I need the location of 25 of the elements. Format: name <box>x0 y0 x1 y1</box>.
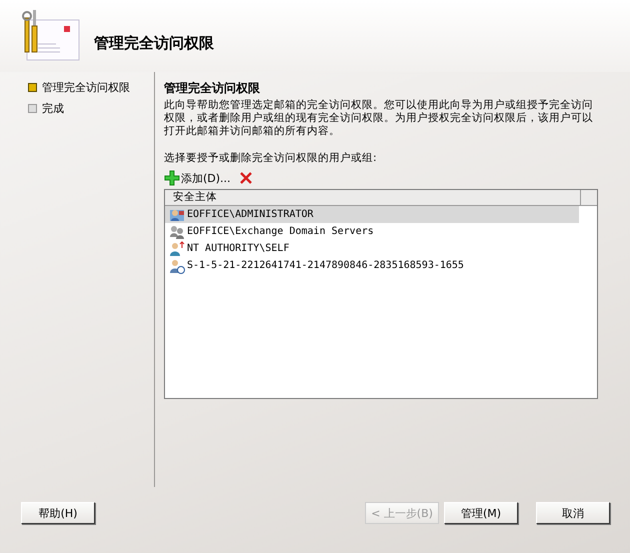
step-label: 管理完全访问权限 <box>42 80 130 95</box>
manage-button[interactable]: 管理(M) <box>444 502 518 524</box>
list-row[interactable]: NT AUTHORITY\SELF <box>165 240 579 257</box>
mail-tools-icon <box>22 10 80 62</box>
group-icon <box>169 224 185 240</box>
step-label: 完成 <box>42 101 64 116</box>
window-title: 管理完全访问权限 <box>94 34 214 52</box>
principal-name: EOFFICE\ADMINISTRATOR <box>187 209 314 220</box>
list-row[interactable]: EOFFICE\Exchange Domain Servers <box>165 223 579 240</box>
principal-name: EOFFICE\Exchange Domain Servers <box>187 226 374 237</box>
description-text: 此向导帮助您管理选定邮箱的完全访问权限。您可以使用此向导为用户或组授予完全访问权限，或者删除用户或组的现有完全访问权限。为用户授权完全访问权限后，该用户可以打开此邮箱并访问邮箱的所有内容。 <box>164 99 594 138</box>
delete-icon <box>238 171 253 185</box>
add-button[interactable]: 添加(D)... <box>164 170 231 186</box>
page-heading: 管理完全访问权限 <box>164 80 261 97</box>
help-button[interactable]: 帮助(H) <box>21 502 95 524</box>
list-row[interactable]: S-1-5-21-2212641741-2147890846-2835168593-1655 <box>165 257 579 274</box>
remove-button[interactable] <box>238 171 253 185</box>
list-row[interactable]: EOFFICE\ADMINISTRATOR <box>165 206 579 223</box>
plus-icon <box>164 170 180 186</box>
cancel-button[interactable]: 取消 <box>536 502 610 524</box>
prompt-text: 选择要授予或删除完全访问权限的用户或组: <box>164 152 378 165</box>
principal-name: NT AUTHORITY\SELF <box>187 243 290 254</box>
principal-name: S-1-5-21-2212641741-2147890846-2835168593-1655 <box>187 260 464 271</box>
user-arrow-icon <box>169 240 185 256</box>
user-question-icon <box>169 258 185 274</box>
